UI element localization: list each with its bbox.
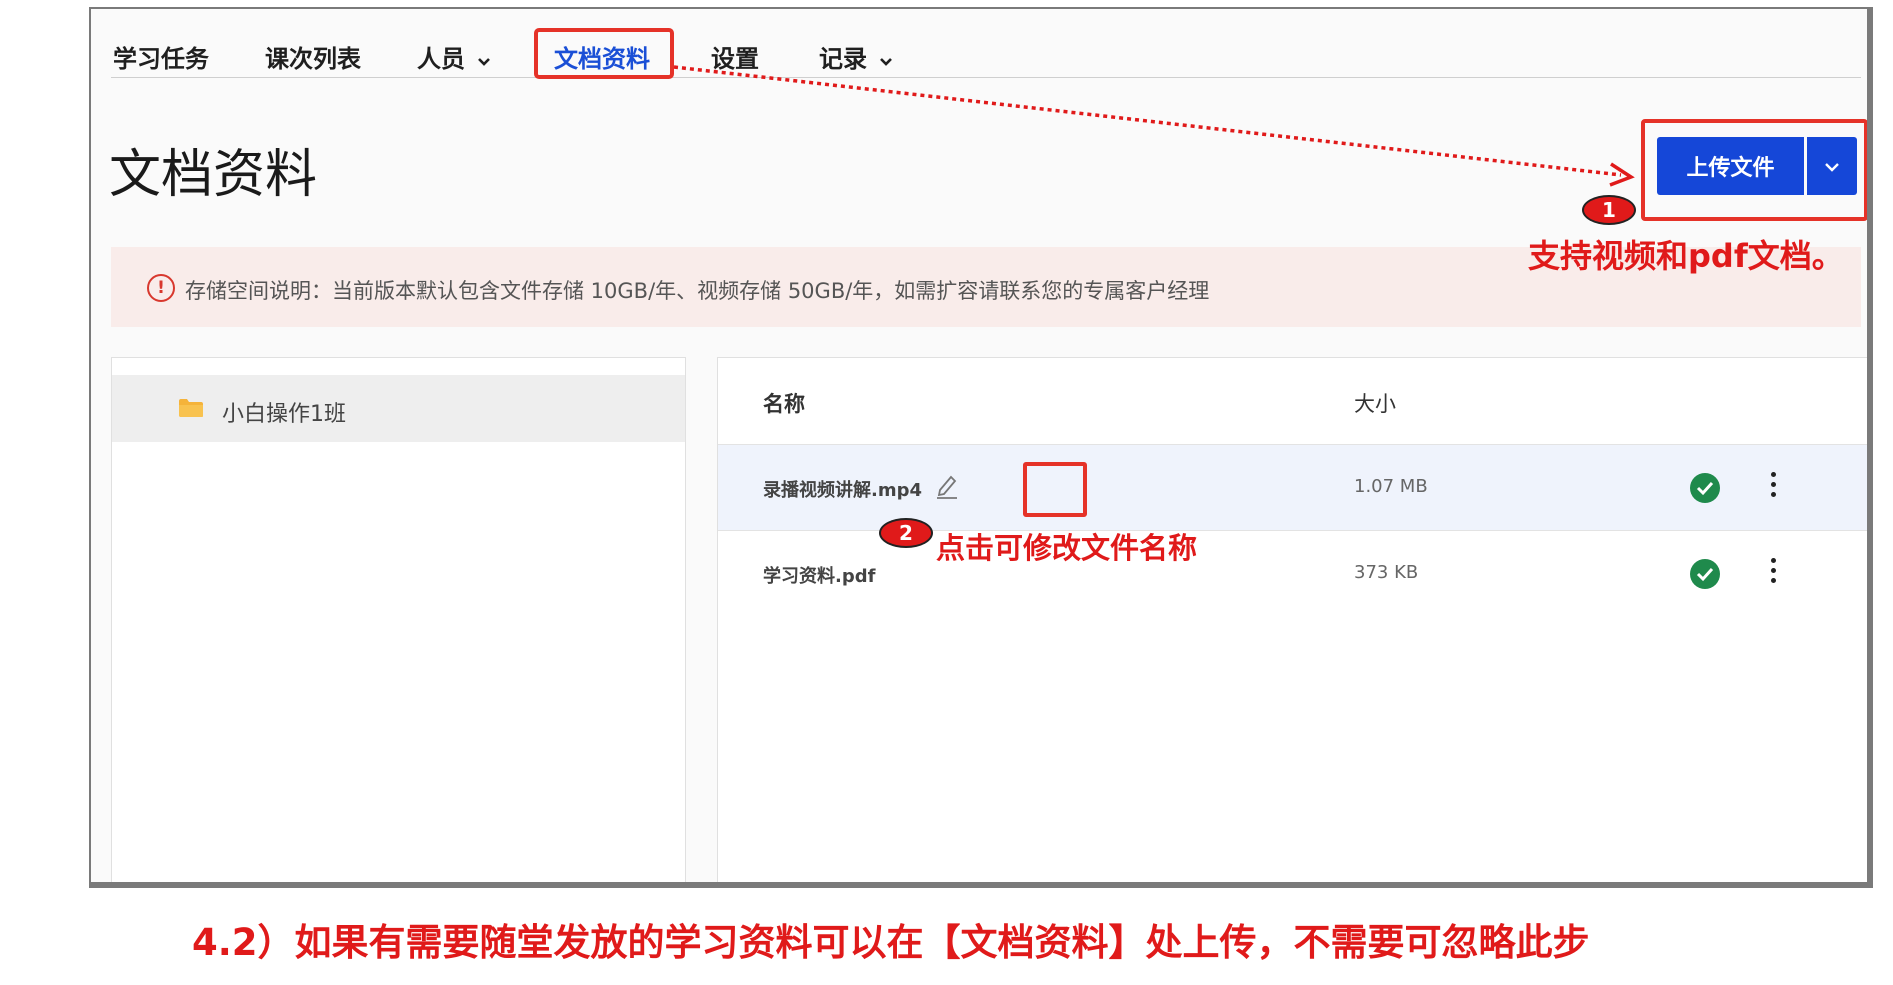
file-size: 1.07 MB xyxy=(1354,476,1428,497)
annotation-text-1: 支持视频和pdf文档。 xyxy=(1528,237,1844,275)
annotation-text-2: 点击可修改文件名称 xyxy=(936,531,1198,565)
file-name: 录播视频讲解.mp4 xyxy=(763,480,923,501)
annotation-arrow xyxy=(673,65,1635,187)
folder-icon xyxy=(178,398,204,418)
edit-pencil-icon[interactable] xyxy=(934,471,960,503)
check-circle-icon xyxy=(1690,559,1720,589)
instruction-caption: 4.2）如果有需要随堂发放的学习资料可以在【文档资料】处上传，不需要可忽略此步 xyxy=(192,921,1590,964)
file-name: 学习资料.pdf xyxy=(763,566,876,587)
column-header-size: 大小 xyxy=(1354,392,1396,416)
table-row[interactable]: 录播视频讲解.mp4 1.07 MB xyxy=(718,445,1867,531)
storage-notice-text: 存储空间说明：当前版本默认包含文件存储 10GB/年、视频存储 50GB/年，如… xyxy=(185,279,1210,303)
more-options-icon[interactable] xyxy=(1768,558,1778,588)
folder-panel: 小白操作1班 xyxy=(111,357,686,882)
folder-item[interactable]: 小白操作1班 xyxy=(112,375,685,442)
highlight-box-edit-icon xyxy=(1023,462,1087,517)
file-size: 373 KB xyxy=(1354,562,1419,583)
app-window: 学习任务 课次列表 人员 文档资料 设置 记录 文档资料 上传文件 ! 存储空间… xyxy=(89,7,1873,888)
annotation-badge-2: 2 xyxy=(881,520,931,546)
table-row[interactable]: 学习资料.pdf 373 KB xyxy=(718,531,1867,617)
warning-icon: ! xyxy=(147,274,175,302)
column-header-name: 名称 xyxy=(763,392,805,416)
more-options-icon[interactable] xyxy=(1768,472,1778,502)
check-circle-icon xyxy=(1690,473,1720,503)
folder-label: 小白操作1班 xyxy=(222,402,346,427)
annotation-badge-1: 1 xyxy=(1584,197,1634,223)
file-table: 名称 大小 录播视频讲解.mp4 1.07 MB 学习资料.pdf 373 KB xyxy=(717,357,1867,882)
